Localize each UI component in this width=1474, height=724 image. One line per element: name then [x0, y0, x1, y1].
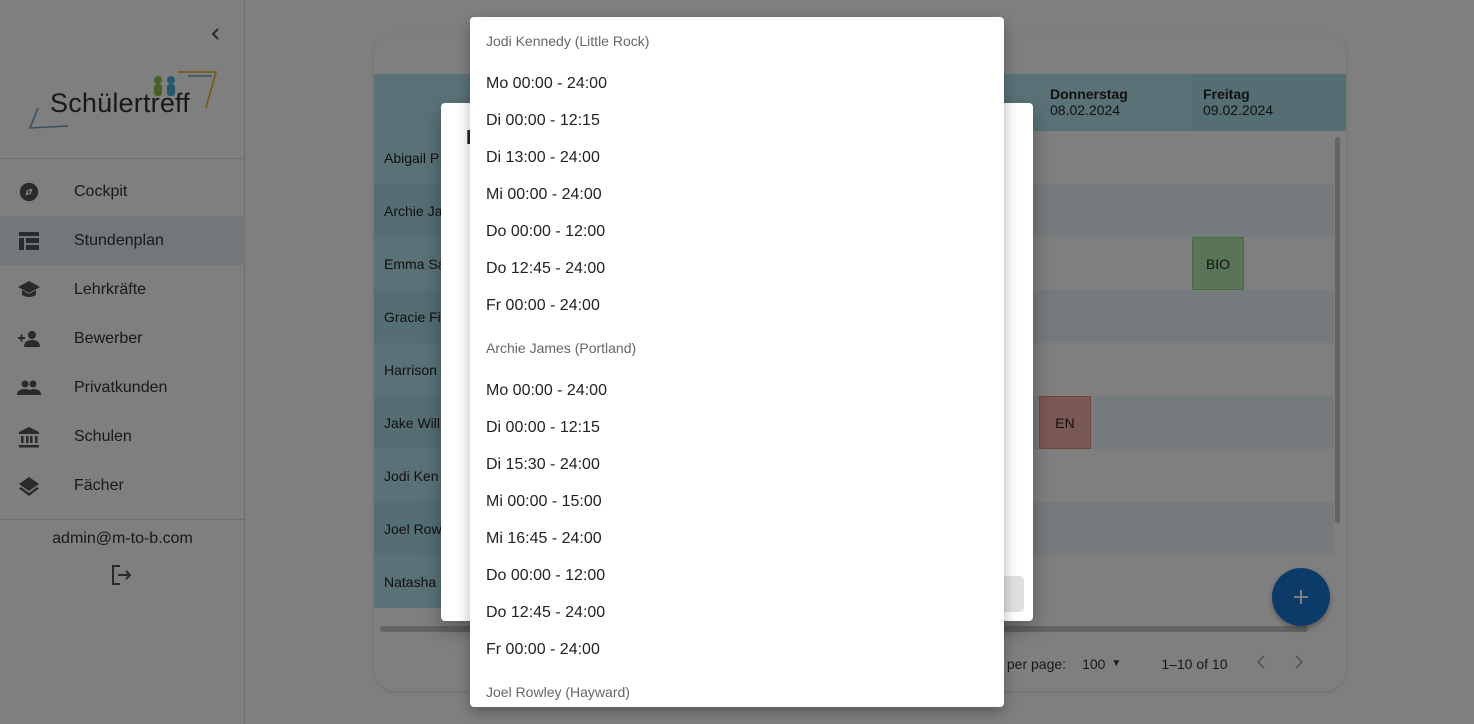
- menu-item[interactable]: Do 12:45 - 24:00: [470, 594, 1004, 631]
- menu-item[interactable]: Mo 00:00 - 24:00: [470, 65, 1004, 102]
- menu-item[interactable]: Di 00:00 - 12:15: [470, 102, 1004, 139]
- menu-item[interactable]: Mi 00:00 - 15:00: [470, 483, 1004, 520]
- menu-item[interactable]: Mo 00:00 - 24:00: [470, 372, 1004, 409]
- menu-item[interactable]: Mi 16:45 - 24:00: [470, 520, 1004, 557]
- group-header: Joel Rowley (Hayward): [486, 684, 630, 700]
- menu-item[interactable]: Di 00:00 - 12:15: [470, 409, 1004, 446]
- menu-item[interactable]: Do 00:00 - 12:00: [470, 557, 1004, 594]
- menu-item[interactable]: Fr 00:00 - 24:00: [470, 631, 1004, 668]
- menu-item[interactable]: Do 00:00 - 12:00: [470, 213, 1004, 250]
- menu-item[interactable]: Mi 00:00 - 24:00: [470, 176, 1004, 213]
- menu-item[interactable]: Di 15:30 - 24:00: [470, 446, 1004, 483]
- menu-item[interactable]: Fr 00:00 - 24:00: [470, 287, 1004, 324]
- group-header: Jodi Kennedy (Little Rock): [486, 33, 650, 49]
- group-header: Archie James (Portland): [486, 340, 637, 356]
- availability-dropdown-menu: Jodi Kennedy (Little Rock) Mo 00:00 - 24…: [470, 17, 1004, 707]
- menu-item[interactable]: Di 13:00 - 24:00: [470, 139, 1004, 176]
- menu-item[interactable]: Do 12:45 - 24:00: [470, 250, 1004, 287]
